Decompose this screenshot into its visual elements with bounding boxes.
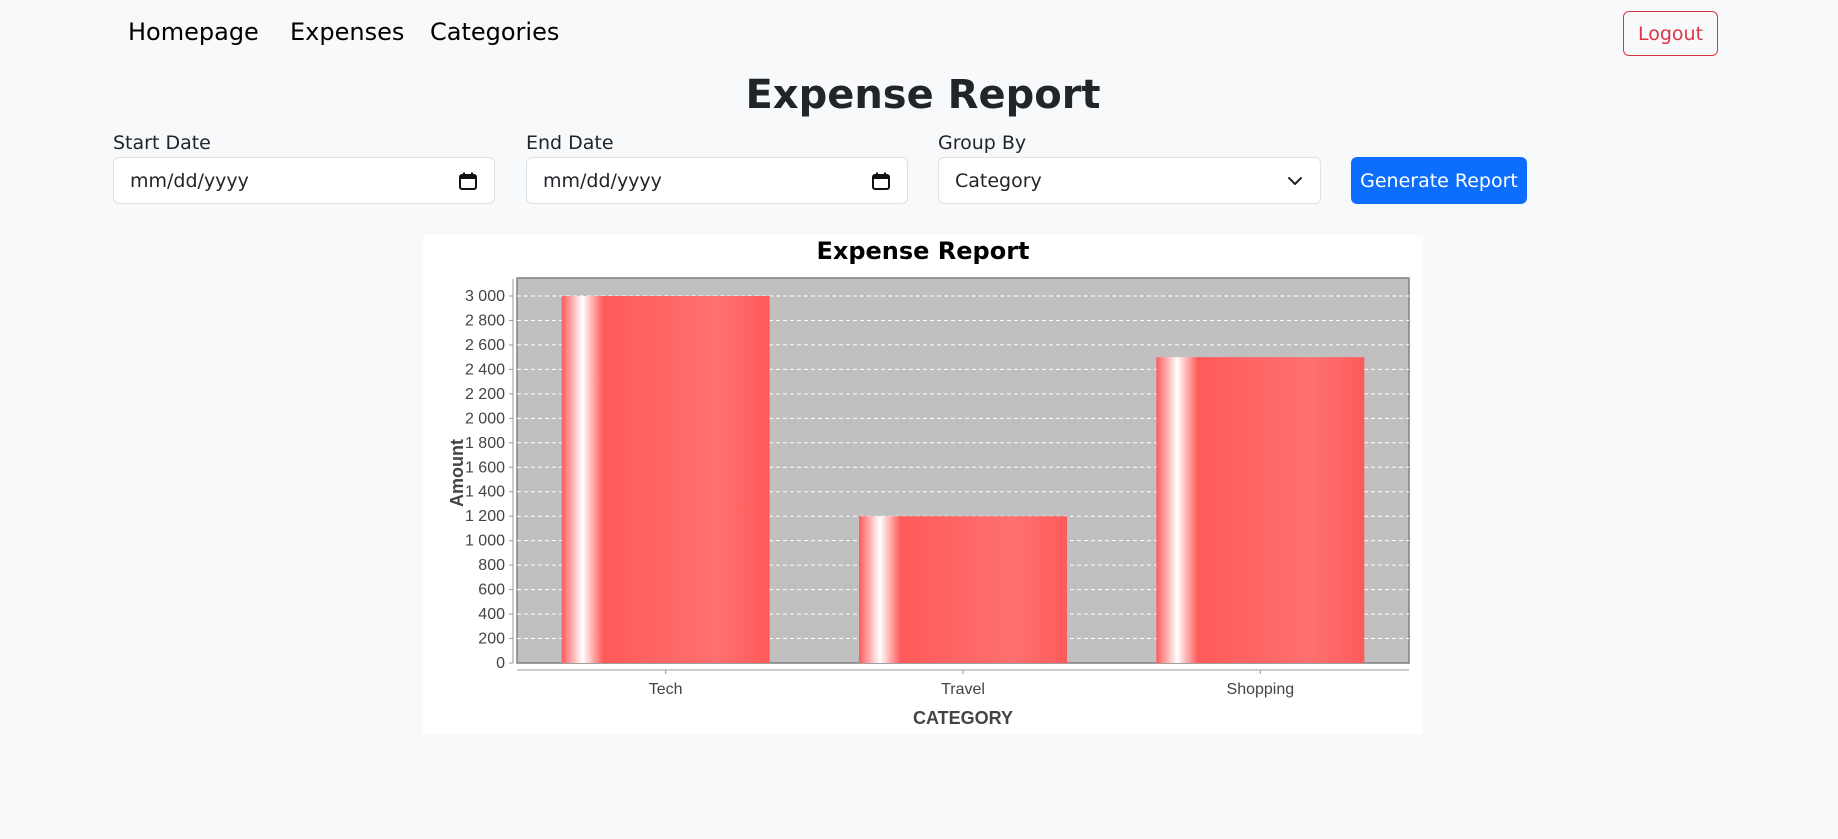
start-date-value: mm/dd/yyyy [130, 169, 249, 192]
start-date-input[interactable]: mm/dd/yyyy [113, 157, 495, 204]
y-axis-label: Amount [447, 439, 467, 507]
chart-title: Expense Report [816, 237, 1029, 265]
y-tick-label: 1 600 [465, 459, 505, 476]
start-date-label: Start Date [113, 132, 211, 154]
y-tick-label: 1 000 [465, 533, 505, 550]
group-by-value: Category [955, 169, 1042, 192]
y-tick-label: 0 [496, 655, 505, 672]
y-tick-label: 3 000 [465, 288, 505, 305]
y-tick-label: 2 600 [465, 337, 505, 354]
x-tick-label: Travel [941, 681, 985, 698]
y-tick-label: 800 [478, 557, 505, 574]
nav-link-expenses[interactable]: Expenses [290, 18, 404, 46]
y-tick-label: 1 200 [465, 508, 505, 525]
y-tick-label: 2 000 [465, 410, 505, 427]
end-date-input[interactable]: mm/dd/yyyy [526, 157, 908, 204]
y-tick-labels: 0 200 400 600 800 1 000 1 200 1 400 1 600 1 800 2 … [465, 288, 513, 672]
chart-svg: Expense Report 0 200 400 600 800 1 000 1 200 1 … [447, 237, 1410, 728]
end-date-value: mm/dd/yyyy [543, 169, 662, 192]
y-tick-label: 2 200 [465, 386, 505, 403]
x-tick-labels: Tech Travel Shopping [649, 670, 1294, 698]
bar-tech [561, 296, 770, 663]
bar-shopping [1156, 357, 1365, 663]
calendar-icon[interactable] [458, 171, 478, 191]
y-tick-label: 1 400 [465, 484, 505, 501]
y-tick-label: 400 [478, 606, 505, 623]
group-by-label: Group By [938, 132, 1027, 154]
y-tick-label: 2 800 [465, 312, 505, 329]
calendar-icon[interactable] [871, 171, 891, 191]
expense-chart: Expense Report 0 200 400 600 800 1 000 1 200 1 … [423, 235, 1423, 734]
logout-button[interactable]: Logout [1623, 11, 1718, 56]
nav-link-homepage[interactable]: Homepage [128, 18, 259, 46]
nav-link-categories[interactable]: Categories [430, 18, 559, 46]
y-tick-label: 2 400 [465, 361, 505, 378]
x-tick-label: Tech [649, 681, 683, 698]
y-tick-label: 200 [478, 631, 505, 648]
page-title: Expense Report [745, 72, 1101, 118]
group-by-select[interactable]: Category [938, 157, 1321, 204]
y-tick-label: 600 [478, 582, 505, 599]
y-tick-label: 1 800 [465, 435, 505, 452]
end-date-label: End Date [526, 132, 614, 154]
generate-report-button[interactable]: Generate Report [1351, 157, 1527, 204]
bar-travel [859, 516, 1067, 663]
navbar: Homepage Expenses Categories Logout [0, 0, 1838, 70]
x-axis-label: CATEGORY [913, 708, 1013, 728]
chevron-down-icon [1288, 176, 1302, 185]
x-tick-label: Shopping [1227, 681, 1295, 698]
